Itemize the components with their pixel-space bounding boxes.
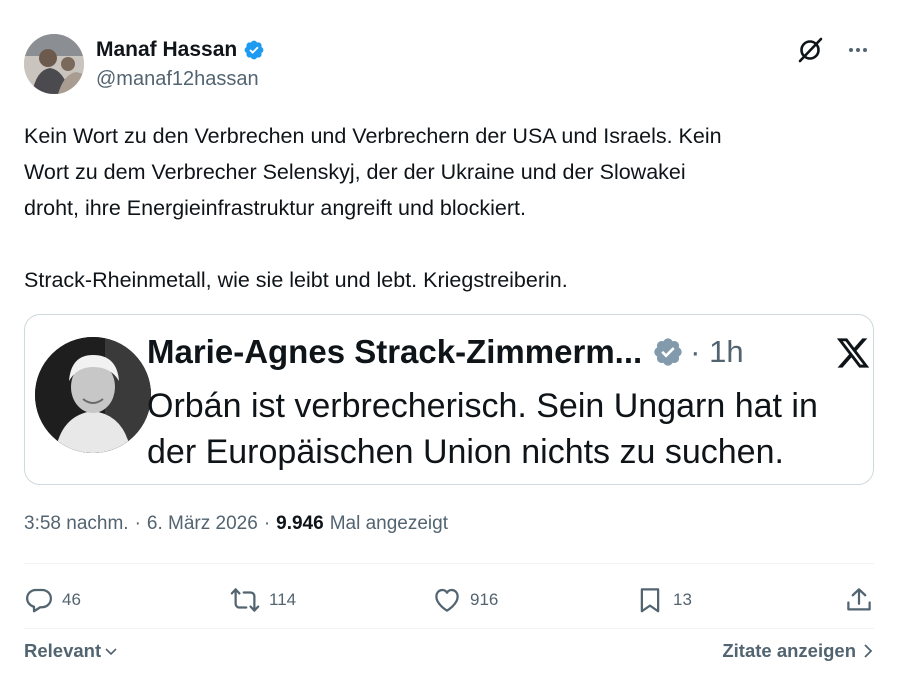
tweet-meta: 3:58 nachm. · 6. März 2026 · 9.946 Mal a…	[24, 513, 448, 535]
tweet-text: Kein Wort zu den Verbrechen und Verbrech…	[24, 124, 722, 292]
repost-icon	[230, 588, 260, 612]
quoted-tweet-text: Orbán ist verbrecherisch. Sein Ungarn ha…	[147, 383, 873, 475]
verified-badge-icon	[244, 40, 264, 60]
reply-count: 46	[62, 590, 81, 609]
tweet-time[interactable]: 3:58 nachm.	[24, 513, 129, 535]
quoted-tweet-card[interactable]: Marie-Agnes Strack-Zimmerm... · 1h Orbán…	[24, 314, 874, 485]
heart-icon	[435, 588, 459, 612]
quoted-author-avatar	[35, 337, 151, 453]
reply-icon	[26, 588, 52, 613]
tweet-date[interactable]: 6. März 2026	[147, 513, 258, 535]
sort-dropdown[interactable]: Relevant	[24, 640, 119, 662]
meta-separator: ·	[134, 513, 141, 534]
repost-button[interactable]: 114	[229, 585, 432, 615]
meta-separator: ·	[263, 513, 271, 534]
chevron-down-icon	[105, 648, 117, 656]
view-quotes-label: Zitate anzeigen	[722, 640, 856, 661]
sort-label: Relevant	[24, 640, 102, 661]
bookmark-button[interactable]: 13	[635, 585, 835, 615]
grok-icon[interactable]	[796, 36, 824, 64]
replies-footer: Relevant Zitate anzeigen	[24, 638, 874, 666]
author-avatar[interactable]	[24, 34, 84, 94]
share-icon	[847, 588, 871, 611]
quoted-tweet-time: · 1h	[690, 334, 744, 369]
view-count: 9.946	[276, 513, 324, 534]
quoted-tweet-line-2: der Europäischen Union nichts zu suchen.	[147, 433, 784, 471]
tweet-header: Manaf Hassan @manaf12hassan	[24, 34, 876, 96]
view-count-label: Mal angezeigt	[329, 513, 448, 534]
divider	[24, 563, 874, 564]
action-bar: 46 114 916 13	[24, 585, 874, 615]
like-count: 916	[470, 590, 499, 609]
quoted-tweet-line-1: Orbán ist verbrecherisch. Sein Ungarn ha…	[147, 387, 818, 425]
divider	[24, 628, 874, 629]
quoted-author-name: Marie-Agnes Strack-Zimmerm...	[147, 333, 643, 370]
bookmark-icon	[640, 588, 660, 613]
more-icon[interactable]	[846, 38, 870, 62]
share-button[interactable]	[844, 585, 874, 615]
government-verified-badge-icon	[654, 338, 682, 366]
view-quotes-link[interactable]: Zitate anzeigen	[722, 640, 874, 662]
reply-button[interactable]: 46	[24, 585, 229, 615]
chevron-right-icon	[864, 644, 873, 658]
repost-count: 114	[269, 590, 297, 609]
author-handle[interactable]: @manaf12hassan	[96, 68, 265, 91]
like-button[interactable]: 916	[432, 585, 635, 615]
author-display-name[interactable]: Manaf Hassan	[96, 38, 237, 62]
x-logo-icon	[835, 335, 871, 376]
bookmark-count: 13	[673, 590, 692, 609]
